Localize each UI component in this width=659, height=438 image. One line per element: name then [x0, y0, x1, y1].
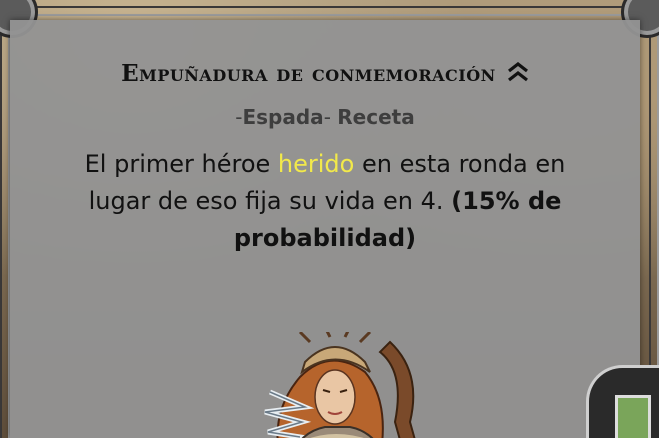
- item-tooltip: Empuñadura de conmemoración -Espada- Rec…: [10, 20, 640, 438]
- hero-portrait: [230, 326, 450, 438]
- item-subtitle: -Espada- Receta: [10, 105, 640, 129]
- item-description: El primer héroe herido en esta ronda en …: [50, 146, 600, 257]
- item-category: Receta: [337, 105, 415, 129]
- description-text-1: El primer héroe: [84, 150, 278, 178]
- badge-card-icon: [615, 395, 651, 438]
- corner-badge[interactable]: [586, 365, 659, 438]
- frame-left-border: [0, 30, 10, 438]
- tooltip-title-row: Empuñadura de conmemoración: [10, 60, 640, 87]
- frame-top-border: [30, 6, 629, 16]
- double-chevron-up-icon: [507, 61, 529, 86]
- keyword-herido: herido: [277, 150, 355, 178]
- item-title: Empuñadura de conmemoración: [121, 60, 496, 87]
- item-type: Espada: [242, 105, 324, 129]
- subtitle-separator: -: [323, 105, 338, 129]
